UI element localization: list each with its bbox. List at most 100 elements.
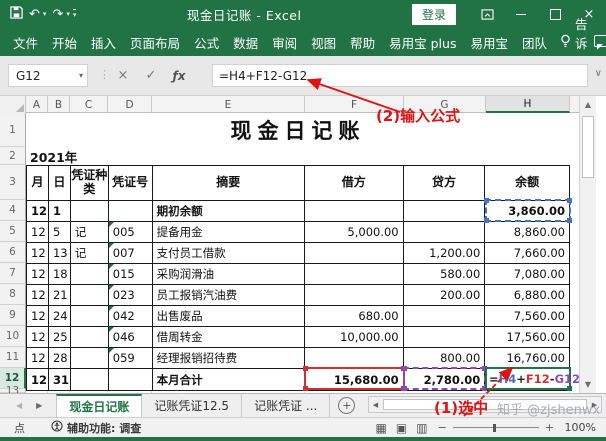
cell-credit-row4[interactable] (404, 201, 486, 222)
customize-qat-icon[interactable]: ▾ (73, 9, 77, 19)
cell-desc-row8[interactable]: 员工报销汽油费 (153, 285, 305, 306)
sheet-prev-icon[interactable]: ◀ (16, 401, 22, 410)
cell-day-row8[interactable]: 21 (49, 285, 71, 306)
row-header-4[interactable]: 4 (0, 200, 26, 221)
zoom-out-icon[interactable]: − (438, 421, 447, 434)
cell-no-row4[interactable] (109, 201, 153, 222)
row-header-10[interactable]: 10 (0, 326, 26, 347)
row-header-9[interactable]: 9 (0, 305, 26, 326)
header-summary[interactable]: 摘要 (153, 166, 305, 201)
redo-dropdown-icon[interactable]: ▾ (66, 10, 70, 18)
cell-day-row6[interactable]: 13 (49, 243, 71, 264)
row-header-1[interactable]: 1 (0, 113, 26, 147)
cell-day-row9[interactable]: 24 (49, 306, 71, 327)
cell-month-row11[interactable]: 12 (27, 348, 49, 369)
scroll-right-icon[interactable]: ▶ (588, 401, 601, 409)
cell-no-row12[interactable] (109, 369, 153, 390)
column-header-f[interactable]: F (305, 96, 404, 113)
cell-credit-row11[interactable]: 800.00 (404, 348, 486, 369)
tab-formulas[interactable]: 公式 (187, 28, 226, 57)
cell-desc-row11[interactable]: 经理报销招待费 (153, 348, 305, 369)
header-voucher-type[interactable]: 凭证种类 (71, 166, 109, 201)
row-header-3[interactable]: 3 (0, 165, 26, 200)
cell-no-row6[interactable]: 007 (109, 243, 153, 264)
cancel-entry-icon[interactable]: × (112, 64, 134, 87)
cell-balance-row12[interactable] (485, 369, 569, 390)
header-month[interactable]: 月 (27, 166, 49, 201)
cell-balance-row7[interactable]: 7,080.00 (485, 264, 569, 285)
tab-page-layout[interactable]: 页面布局 (123, 28, 187, 57)
accessibility-status[interactable]: 辅助功能: 调查 (51, 420, 141, 436)
cell-day-row11[interactable]: 28 (49, 348, 71, 369)
tab-view[interactable]: 视图 (304, 28, 343, 57)
cell-no-row9[interactable]: 042 (109, 306, 153, 327)
cell-credit-row6[interactable]: 1,200.00 (404, 243, 486, 264)
cell-desc-row6[interactable]: 支付员工借款 (153, 243, 305, 264)
cell-debit-row4[interactable] (305, 201, 404, 222)
minimize-button[interactable] (504, 0, 538, 28)
tab-data[interactable]: 数据 (226, 28, 265, 57)
sheet-next-icon[interactable]: ▶ (36, 401, 42, 410)
cell-debit-row5[interactable]: 5,000.00 (305, 222, 404, 243)
cell-balance-row5[interactable]: 8,860.00 (485, 222, 569, 243)
cell-desc-row12[interactable]: 本月合计 (153, 369, 305, 390)
cell-day-row5[interactable]: 5 (49, 222, 71, 243)
cell-debit-row6[interactable] (305, 243, 404, 264)
tab-help[interactable]: 帮助 (343, 28, 382, 57)
cell-balance-row9[interactable]: 7,560.00 (485, 306, 569, 327)
cell-no-row8[interactable]: 023 (109, 285, 153, 306)
header-day[interactable]: 日 (49, 166, 71, 201)
cell-type-row11[interactable] (71, 348, 109, 369)
cell-credit-row10[interactable] (404, 327, 486, 348)
comments-icon[interactable] (594, 35, 606, 50)
normal-view-icon[interactable]: ▦ (376, 421, 387, 435)
sheet-tab-2[interactable]: 记账凭证12.5 (142, 394, 242, 417)
scroll-down-icon[interactable]: ▼ (580, 376, 596, 393)
cell-no-row10[interactable]: 046 (109, 327, 153, 348)
header-debit[interactable]: 借方 (305, 166, 404, 201)
cell-day-row10[interactable]: 25 (49, 327, 71, 348)
row-header-6[interactable]: 6 (0, 242, 26, 263)
tab-review[interactable]: 审阅 (265, 28, 304, 57)
cell-balance-row10[interactable]: 17,560.00 (485, 327, 569, 348)
cell-no-row11[interactable]: 059 (109, 348, 153, 369)
zoom-level[interactable]: 100% (564, 421, 596, 434)
cell-no-row5[interactable]: 005 (109, 222, 153, 243)
cell-type-row10[interactable] (71, 327, 109, 348)
insert-function-icon[interactable]: ƒx (168, 64, 190, 87)
cell-month-row8[interactable]: 12 (27, 285, 49, 306)
page-layout-view-icon[interactable]: ▣ (396, 421, 407, 435)
cell-credit-row12[interactable]: 2,780.00 (404, 369, 486, 390)
tab-insert[interactable]: 插入 (84, 28, 123, 57)
row-header-7[interactable]: 7 (0, 263, 26, 284)
scroll-up-icon[interactable]: ▲ (580, 96, 596, 113)
column-header-c[interactable]: C (70, 96, 108, 113)
cell-desc-row5[interactable]: 提备用金 (153, 222, 305, 243)
column-header-g[interactable]: G (404, 96, 486, 113)
vertical-scrollbar[interactable]: ▲ ▼ (579, 96, 596, 393)
cell-type-row5[interactable]: 记 (71, 222, 109, 243)
new-sheet-icon[interactable]: + (338, 397, 355, 414)
tab-file[interactable]: 文件 (6, 28, 45, 57)
cell-debit-row12[interactable]: 15,680.00 (305, 369, 404, 390)
cell-month-row7[interactable]: 12 (27, 264, 49, 285)
tab-yiyongbao[interactable]: 易用宝 (463, 28, 515, 57)
cell-month-row4[interactable]: 12 (27, 201, 49, 222)
cell-type-row8[interactable] (71, 285, 109, 306)
cell-type-row6[interactable]: 记 (71, 243, 109, 264)
save-icon[interactable] (10, 6, 23, 22)
cell-balance-row4[interactable]: 3,860.00 (485, 201, 569, 222)
undo-icon[interactable]: ↶ (29, 8, 40, 21)
year-cell[interactable]: 2021年 (26, 147, 570, 165)
enter-entry-icon[interactable]: ✓ (140, 64, 162, 87)
ribbon-display-options-icon[interactable] (470, 0, 504, 28)
column-header-b[interactable]: B (48, 96, 70, 113)
cell-debit-row7[interactable] (305, 264, 404, 285)
cell-credit-row5[interactable] (404, 222, 486, 243)
cell-day-row12[interactable]: 31 (49, 369, 71, 390)
sign-in-button[interactable]: 登录 (412, 4, 456, 25)
redo-icon[interactable]: ↷ (52, 8, 63, 21)
cell-credit-row7[interactable]: 580.00 (404, 264, 486, 285)
cell-debit-row10[interactable]: 10,000.00 (305, 327, 404, 348)
column-header-a[interactable]: A (26, 96, 48, 113)
